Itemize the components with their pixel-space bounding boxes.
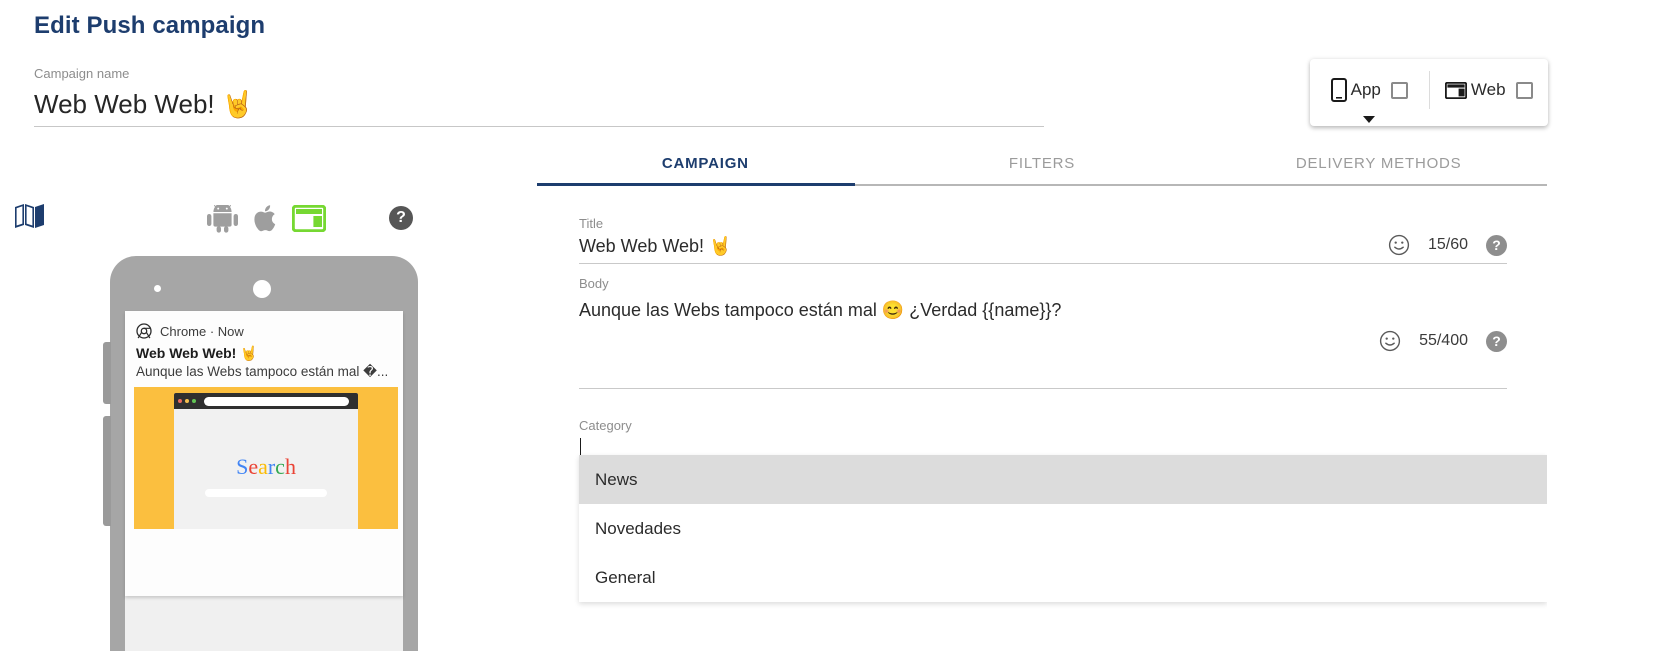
body-input[interactable]: Aunque las Webs tampoco están mal 😊 ¿Ver… <box>579 292 1507 324</box>
notification-card: Chrome · Now Web Web Web! 🤘 Aunque las W… <box>125 311 403 596</box>
platform-selector-card: App Web <box>1310 59 1548 126</box>
search-letter: r <box>267 454 276 479</box>
tab-campaign[interactable]: CAMPAIGN <box>537 140 874 186</box>
phone-mockup: Chrome · Now Web Web Web! 🤘 Aunque las W… <box>103 256 418 651</box>
platform-label-app: App <box>1350 80 1381 99</box>
body-field-row: Body Aunque las Webs tampoco están mal 😊… <box>579 276 1507 352</box>
campaign-name-underline <box>34 126 1044 127</box>
dropdown-option-general[interactable]: General <box>579 553 1547 602</box>
category-dropdown-list: News Novedades General <box>579 455 1547 602</box>
browser-window-icon <box>1444 81 1467 99</box>
body-character-counter: 55/400 <box>1419 332 1468 349</box>
android-icon[interactable] <box>206 204 239 233</box>
app-checkbox[interactable] <box>1390 81 1408 99</box>
phone-sensor-dot <box>154 285 161 292</box>
campaign-name-label: Campaign name <box>34 66 130 81</box>
tab-bar: CAMPAIGN FILTERS DELIVERY METHODS <box>537 140 1547 186</box>
browser-mock-toolbar <box>174 393 358 409</box>
notification-body: Aunque las Webs tampoco están mal �... <box>136 364 389 379</box>
tab-active-indicator <box>537 183 855 186</box>
campaign-name-input[interactable]: Web Web Web! 🤘 <box>34 82 1044 122</box>
title-character-counter: 15/60 <box>1427 236 1468 253</box>
browser-url-bar <box>204 396 349 406</box>
phone-button-lower <box>103 416 111 526</box>
title-underline <box>579 263 1507 264</box>
emoji-smiley-icon[interactable] <box>1379 330 1401 352</box>
notification-header: Chrome · Now <box>125 311 403 339</box>
title-meter: 15/60 ? <box>1388 234 1507 256</box>
title-help-icon[interactable]: ? <box>1486 234 1507 256</box>
search-input-mock <box>205 489 327 497</box>
search-letter: c <box>275 454 285 479</box>
search-letter: a <box>258 454 268 479</box>
search-letter: S <box>236 454 249 479</box>
search-letter: e <box>248 454 259 479</box>
page-title: Edit Push campaign <box>34 12 266 39</box>
notification-source: Chrome · Now <box>160 323 244 339</box>
notification-preview-panel: ? Chrome · Now Web Web Web! 🤘 Aunque las… <box>0 190 520 651</box>
search-wordmark: Search <box>236 454 296 480</box>
body-underline <box>579 388 1507 389</box>
web-browser-icon[interactable] <box>292 205 326 232</box>
phone-button-upper <box>103 342 111 404</box>
notification-title: Web Web Web! 🤘 <box>136 345 258 361</box>
platform-option-app[interactable]: App <box>1310 71 1430 123</box>
emoji-smiley-icon[interactable] <box>1388 234 1410 256</box>
category-label: Category <box>579 418 632 433</box>
body-help-icon[interactable]: ? <box>1486 330 1507 352</box>
title-input[interactable]: Web Web Web! 🤘 <box>579 232 1507 260</box>
title-label: Title <box>579 216 604 231</box>
dropdown-option-novedades[interactable]: Novedades <box>579 504 1547 553</box>
mobile-phone-icon <box>1330 78 1347 102</box>
dropdown-option-news[interactable]: News <box>579 455 1547 504</box>
body-label: Body <box>579 276 609 291</box>
search-letter: h <box>284 454 296 479</box>
web-checkbox[interactable] <box>1515 81 1533 99</box>
tab-delivery-methods[interactable]: DELIVERY METHODS <box>1210 140 1547 186</box>
apple-icon[interactable] <box>253 204 278 233</box>
browser-dot-red <box>178 399 182 403</box>
notification-image: Search <box>134 387 398 529</box>
caret-down-icon[interactable] <box>1363 116 1376 123</box>
campaign-form-panel: Title Web Web Web! 🤘 15/60 ? Body Aunque… <box>537 190 1547 651</box>
edit-push-campaign-page: Edit Push campaign Campaign name Web Web… <box>0 0 1673 651</box>
platform-option-web[interactable]: Web <box>1430 71 1549 109</box>
tab-filters[interactable]: FILTERS <box>874 140 1211 186</box>
campaign-name-field[interactable]: Campaign name Web Web Web! 🤘 <box>34 66 1044 127</box>
preview-platform-icon-row <box>206 204 326 233</box>
preview-help-icon[interactable]: ? <box>389 206 413 230</box>
browser-dot-green <box>192 399 196 403</box>
browser-mock-viewport: Search <box>174 409 358 529</box>
phone-screen: Chrome · Now Web Web Web! 🤘 Aunque las W… <box>125 311 403 651</box>
browser-dot-yellow <box>185 399 189 403</box>
phone-camera-dot <box>253 280 271 298</box>
map-book-icon[interactable] <box>14 203 45 229</box>
title-field-row: Title Web Web Web! 🤘 15/60 ? <box>579 216 1507 264</box>
platform-label-web: Web <box>1470 80 1506 99</box>
chrome-icon <box>136 323 152 339</box>
body-meter: 55/400 ? <box>1379 330 1507 352</box>
browser-mockup-image: Search <box>174 393 358 529</box>
